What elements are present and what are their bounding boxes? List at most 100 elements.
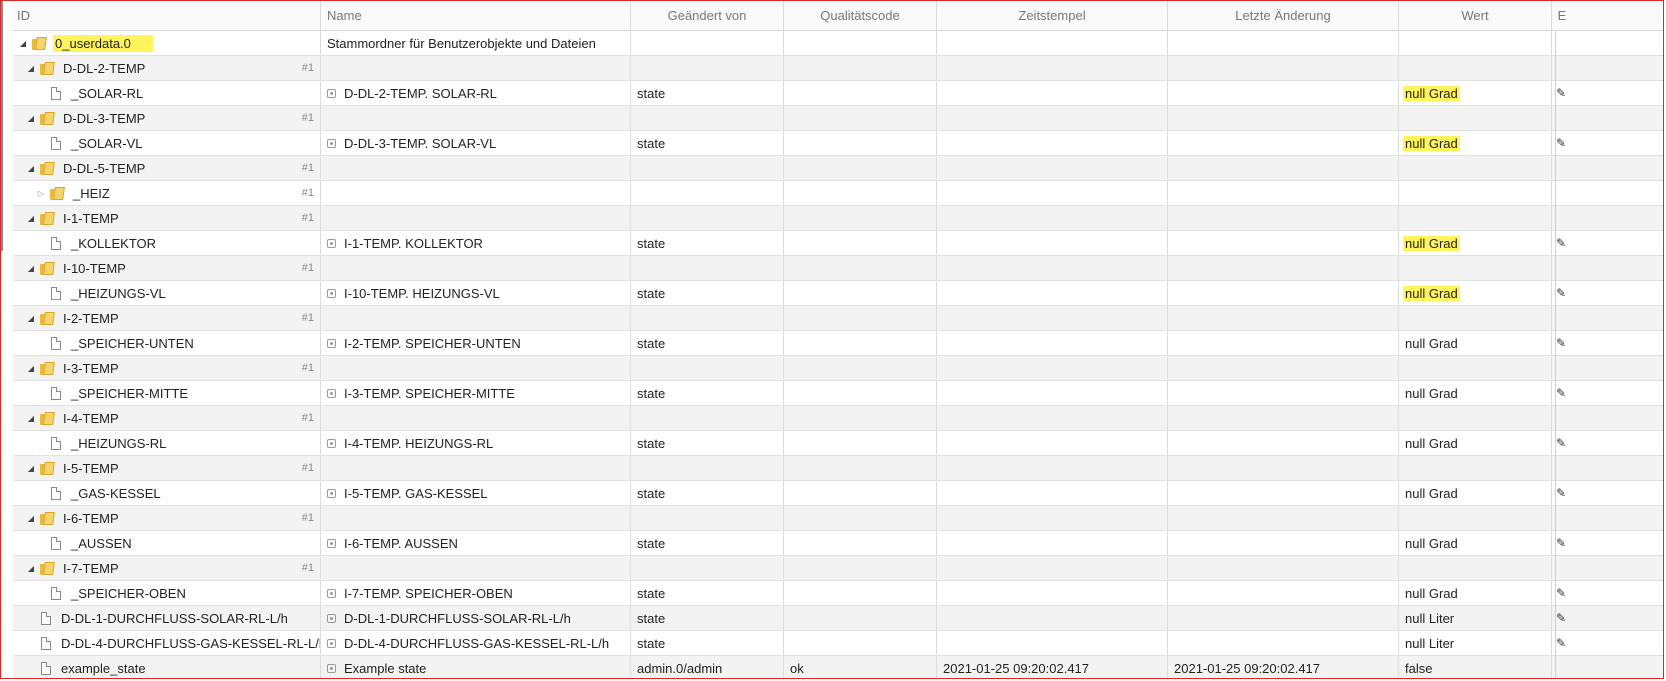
- name-cell[interactable]: D-DL-4-DURCHFLUSS-GAS-KESSEL-RL-L/h: [321, 631, 631, 655]
- pencil-icon[interactable]: ✎: [1556, 586, 1566, 600]
- name-cell[interactable]: D-DL-3-TEMP. SOLAR-VL: [321, 131, 631, 155]
- id-cell[interactable]: _SPEICHER-OBEN: [13, 581, 321, 605]
- id-cell[interactable]: ◢ D-DL-3-TEMP #1: [13, 106, 321, 130]
- pencil-icon[interactable]: ✎: [1556, 636, 1566, 650]
- value-cell[interactable]: [1399, 31, 1552, 55]
- triangle-right-icon[interactable]: ▷: [35, 189, 47, 198]
- table-row[interactable]: _AUSSEN I-6-TEMP. AUSSEN state null Grad ✎: [13, 531, 1663, 556]
- triangle-down-icon[interactable]: ◢: [25, 114, 37, 123]
- value-cell[interactable]: null Grad: [1399, 231, 1552, 255]
- pencil-icon[interactable]: ✎: [1556, 436, 1566, 450]
- name-cell[interactable]: I-10-TEMP. HEIZUNGS-VL: [321, 281, 631, 305]
- table-row[interactable]: _KOLLEKTOR I-1-TEMP. KOLLEKTOR state null G…: [13, 231, 1663, 256]
- table-row[interactable]: ◢ I-3-TEMP #1: [13, 356, 1663, 381]
- table-row[interactable]: ◢ I-5-TEMP #1: [13, 456, 1663, 481]
- table-row[interactable]: ◢ I-2-TEMP #1: [13, 306, 1663, 331]
- header-changed-by[interactable]: Geändert von: [631, 1, 784, 30]
- name-cell[interactable]: [321, 106, 631, 130]
- pencil-icon[interactable]: ✎: [1556, 336, 1566, 350]
- name-cell[interactable]: D-DL-1-DURCHFLUSS-SOLAR-RL-L/h: [321, 606, 631, 630]
- header-last-change[interactable]: Letzte Änderung: [1168, 1, 1399, 30]
- value-cell[interactable]: [1399, 306, 1552, 330]
- value-cell[interactable]: [1399, 356, 1552, 380]
- triangle-down-icon[interactable]: ◢: [25, 264, 37, 273]
- name-cell[interactable]: [321, 181, 631, 205]
- id-cell[interactable]: ◢ I-10-TEMP #1: [13, 256, 321, 280]
- value-cell[interactable]: null Liter: [1399, 631, 1552, 655]
- table-row[interactable]: ◢ I-7-TEMP #1: [13, 556, 1663, 581]
- scrollbar[interactable]: [1555, 31, 1556, 678]
- value-cell[interactable]: null Grad: [1399, 81, 1552, 105]
- name-cell[interactable]: [321, 556, 631, 580]
- triangle-down-icon[interactable]: ◢: [25, 514, 37, 523]
- value-cell[interactable]: [1399, 256, 1552, 280]
- table-row[interactable]: _GAS-KESSEL I-5-TEMP. GAS-KESSEL state null…: [13, 481, 1663, 506]
- table-row[interactable]: _HEIZUNGS-VL I-10-TEMP. HEIZUNGS-VL state n…: [13, 281, 1663, 306]
- table-row[interactable]: ◢ I-10-TEMP #1: [13, 256, 1663, 281]
- id-cell[interactable]: _SOLAR-VL: [13, 131, 321, 155]
- value-cell[interactable]: null Grad: [1399, 281, 1552, 305]
- header-id[interactable]: ID: [13, 1, 321, 30]
- header-value[interactable]: Wert: [1399, 1, 1552, 30]
- value-cell[interactable]: [1399, 406, 1552, 430]
- id-cell[interactable]: _HEIZUNGS-RL: [13, 431, 321, 455]
- table-row[interactable]: example_state Example state admin.0/admin o…: [13, 656, 1663, 678]
- pencil-icon[interactable]: ✎: [1556, 236, 1566, 250]
- value-cell[interactable]: [1399, 56, 1552, 80]
- table-row[interactable]: ◢ 0_userdata.0 Stammordner für Benutzerobj…: [13, 31, 1663, 56]
- name-cell[interactable]: [321, 356, 631, 380]
- table-row[interactable]: ▷ _HEIZ #1: [13, 181, 1663, 206]
- value-cell[interactable]: null Grad: [1399, 431, 1552, 455]
- id-cell[interactable]: ◢ D-DL-2-TEMP #1: [13, 56, 321, 80]
- name-cell[interactable]: I-4-TEMP. HEIZUNGS-RL: [321, 431, 631, 455]
- value-cell[interactable]: null Grad: [1399, 131, 1552, 155]
- name-cell[interactable]: [321, 406, 631, 430]
- value-cell[interactable]: null Grad: [1399, 481, 1552, 505]
- name-cell[interactable]: [321, 156, 631, 180]
- table-row[interactable]: D-DL-4-DURCHFLUSS-GAS-KESSEL-RL-L/h D-DL-…: [13, 631, 1663, 656]
- value-cell[interactable]: [1399, 156, 1552, 180]
- id-cell[interactable]: _SOLAR-RL: [13, 81, 321, 105]
- value-cell[interactable]: false: [1399, 656, 1552, 678]
- value-cell[interactable]: [1399, 506, 1552, 530]
- pencil-icon[interactable]: ✎: [1556, 611, 1566, 625]
- value-cell[interactable]: [1399, 456, 1552, 480]
- table-row[interactable]: _SPEICHER-OBEN I-7-TEMP. SPEICHER-OBEN sta…: [13, 581, 1663, 606]
- id-cell[interactable]: ◢ I-5-TEMP #1: [13, 456, 321, 480]
- name-cell[interactable]: [321, 206, 631, 230]
- table-row[interactable]: _SOLAR-RL D-DL-2-TEMP. SOLAR-RL state null …: [13, 81, 1663, 106]
- triangle-down-icon[interactable]: ◢: [25, 414, 37, 423]
- id-cell[interactable]: D-DL-1-DURCHFLUSS-SOLAR-RL-L/h: [13, 606, 321, 630]
- name-cell[interactable]: [321, 506, 631, 530]
- value-cell[interactable]: [1399, 181, 1552, 205]
- id-cell[interactable]: ◢ I-3-TEMP #1: [13, 356, 321, 380]
- table-row[interactable]: _SPEICHER-MITTE I-3-TEMP. SPEICHER-MITTE s…: [13, 381, 1663, 406]
- triangle-down-icon[interactable]: ◢: [25, 214, 37, 223]
- pencil-icon[interactable]: ✎: [1556, 536, 1566, 550]
- header-quality[interactable]: Qualitätscode: [784, 1, 937, 30]
- table-row[interactable]: ◢ I-4-TEMP #1: [13, 406, 1663, 431]
- table-row[interactable]: ◢ D-DL-5-TEMP #1: [13, 156, 1663, 181]
- id-cell[interactable]: _HEIZUNGS-VL: [13, 281, 321, 305]
- header-name[interactable]: Name: [321, 1, 631, 30]
- name-cell[interactable]: I-3-TEMP. SPEICHER-MITTE: [321, 381, 631, 405]
- value-cell[interactable]: [1399, 106, 1552, 130]
- name-cell[interactable]: Stammordner für Benutzerobjekte und Date…: [321, 31, 631, 55]
- id-cell[interactable]: example_state: [13, 656, 321, 678]
- triangle-down-icon[interactable]: ◢: [25, 364, 37, 373]
- value-cell[interactable]: null Grad: [1399, 331, 1552, 355]
- id-cell[interactable]: ◢ I-1-TEMP #1: [13, 206, 321, 230]
- pencil-icon[interactable]: ✎: [1556, 86, 1566, 100]
- id-cell[interactable]: ◢ I-7-TEMP #1: [13, 556, 321, 580]
- pencil-icon[interactable]: ✎: [1556, 386, 1566, 400]
- name-cell[interactable]: D-DL-2-TEMP. SOLAR-RL: [321, 81, 631, 105]
- name-cell[interactable]: [321, 456, 631, 480]
- id-cell[interactable]: ◢ I-6-TEMP #1: [13, 506, 321, 530]
- id-cell[interactable]: _GAS-KESSEL: [13, 481, 321, 505]
- pencil-icon[interactable]: ✎: [1556, 286, 1566, 300]
- id-cell[interactable]: ◢ D-DL-5-TEMP #1: [13, 156, 321, 180]
- id-cell[interactable]: ◢ 0_userdata.0: [13, 31, 321, 55]
- value-cell[interactable]: null Liter: [1399, 606, 1552, 630]
- name-cell[interactable]: [321, 306, 631, 330]
- table-row[interactable]: _SOLAR-VL D-DL-3-TEMP. SOLAR-VL state null …: [13, 131, 1663, 156]
